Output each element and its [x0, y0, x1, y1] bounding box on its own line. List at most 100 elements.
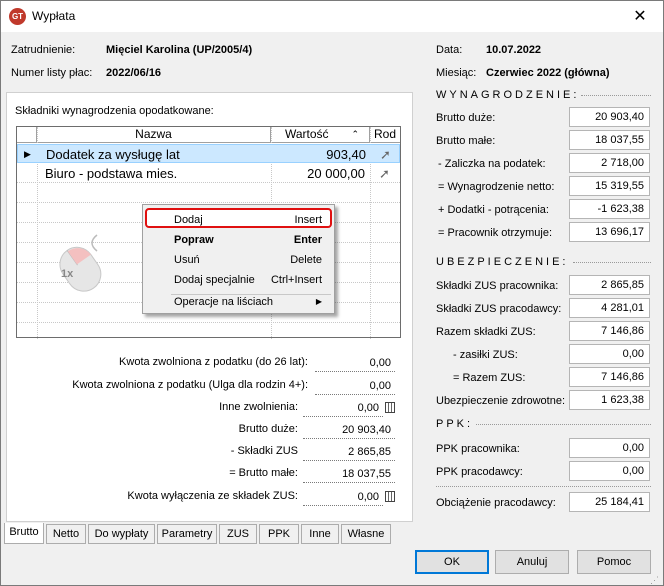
grid-header-name[interactable]: Nazwa — [37, 127, 271, 143]
ubezp-label: Składki ZUS pracownika: — [436, 280, 559, 292]
ok-button[interactable]: OK — [415, 550, 489, 574]
wyn-value: 20 903,40 — [569, 107, 650, 127]
summary-value: 20 903,40 — [303, 422, 395, 439]
employment-label: Zatrudnienie: — [11, 44, 76, 56]
row-name: Biuro - podstawa mies. — [45, 166, 178, 181]
ubezp-label: Składki ZUS pracodawcy: — [436, 303, 562, 315]
table-row-selected[interactable]: ▶ Dodatek za wysługę lat 903,40 ➚ — [17, 144, 400, 163]
tab-brutto[interactable]: Brutto — [4, 523, 44, 544]
wyn-value: 13 696,17 — [569, 222, 650, 242]
month-label: Miesiąc: — [436, 67, 477, 79]
resize-grip-icon[interactable]: ⋰ — [650, 575, 659, 586]
row-value: 20 000,00 — [307, 166, 365, 181]
ubezp-value: 7 146,86 — [569, 321, 650, 341]
employment-value: Mięciel Karolina (UP/2005/4) — [106, 44, 253, 56]
summary-label: Kwota wyłączenia ze składek ZUS: — [127, 490, 298, 502]
wyn-value: 2 718,00 — [569, 153, 650, 173]
menu-item-add[interactable]: Dodaj Insert — [145, 208, 332, 228]
month-value: Czerwiec 2022 (główna) — [486, 67, 610, 79]
menu-item-shortcut: Delete — [290, 254, 322, 266]
app-logo-icon: GT — [9, 8, 26, 25]
help-button[interactable]: Pomoc — [577, 550, 651, 574]
submenu-arrow-icon: ▶ — [315, 297, 322, 306]
right-click-mouse-icon: 1x — [59, 234, 102, 292]
ubezp-label: - zasiłki ZUS: — [453, 349, 518, 361]
menu-item-shortcut: Enter — [293, 234, 322, 246]
tab-inne[interactable]: Inne — [301, 524, 339, 544]
tab-do-wyplaty[interactable]: Do wypłaty — [88, 524, 155, 544]
summary-label: - Składki ZUS — [230, 445, 298, 457]
employer-cost-value: 25 184,41 — [569, 492, 650, 512]
payroll-window: GT Wypłata ✕ Zatrudnienie: Mięciel Karol… — [0, 0, 664, 586]
sort-asc-icon: ⌃ — [351, 129, 359, 139]
menu-item-delete[interactable]: Usuń Delete — [145, 250, 332, 270]
row-value: 903,40 — [326, 147, 366, 162]
payroll-number-label: Numer listy płac: — [11, 67, 93, 79]
wyn-value: -1 623,38 — [569, 199, 650, 219]
grid-header: Nazwa Wartość ⌃ Rod — [17, 127, 400, 143]
payroll-number-value: 2022/06/16 — [106, 67, 162, 79]
ubezp-value: 7 146,86 — [569, 367, 650, 387]
tab-netto[interactable]: Netto — [46, 524, 86, 544]
tab-parametry[interactable]: Parametry — [157, 524, 217, 544]
row-pointer-icon: ▶ — [24, 149, 31, 159]
summary-value: 0,00 — [315, 378, 395, 395]
edit-arrow-icon[interactable]: ➚ — [379, 164, 390, 183]
title-bar[interactable]: GT Wypłata ✕ — [1, 1, 663, 32]
date-value: 10.07.2022 — [486, 44, 542, 56]
components-title: Składniki wynagrodzenia opodatkowane: — [15, 105, 214, 117]
summary-value: 0,00 — [315, 355, 395, 372]
tab-ppk[interactable]: PPK — [259, 524, 299, 544]
menu-item-add-special[interactable]: Dodaj specjalnie Ctrl+Insert — [145, 270, 332, 290]
calculator-icon[interactable] — [385, 491, 395, 502]
summary-label: Kwota zwolniona z podatku (do 26 lat): — [119, 356, 308, 368]
grid-header-kind[interactable]: Rod — [370, 127, 400, 143]
menu-item-edit[interactable]: Popraw Enter — [145, 230, 332, 250]
ppk-value: 0,00 — [569, 438, 650, 458]
tab-wlasne[interactable]: Własne — [341, 524, 391, 544]
wyn-value: 15 319,55 — [569, 176, 650, 196]
menu-item-shortcut: Ctrl+Insert — [270, 274, 322, 286]
wyn-label: = Wynagrodzenie netto: — [438, 181, 555, 193]
click-count-badge: 1x — [61, 268, 74, 280]
summary-label: Brutto duże: — [238, 423, 298, 435]
summary-label: Kwota zwolniona z podatku (Ulga dla rodz… — [72, 379, 308, 391]
grid-header-value[interactable]: Wartość ⌃ — [271, 127, 370, 143]
cancel-button[interactable]: Anuluj — [495, 550, 569, 574]
context-menu: Dodaj Insert Popraw Enter Usuń Delete Do… — [142, 204, 335, 314]
window-title: Wypłata — [32, 9, 76, 23]
menu-item-label: Popraw — [174, 234, 214, 246]
summary-label: = Brutto małe: — [229, 467, 298, 479]
row-name: Dodatek za wysługę lat — [46, 147, 180, 162]
ppk-label: PPK pracownika: — [436, 443, 520, 455]
menu-item-label: Usuń — [174, 254, 200, 266]
ubezp-label: Razem składki ZUS: — [436, 326, 536, 338]
wyn-label: - Zaliczka na podatek: — [438, 158, 546, 170]
contribution-exclusion-input[interactable]: 0,00 — [303, 489, 383, 506]
date-label: Data: — [436, 44, 463, 56]
ppk-value: 0,00 — [569, 461, 650, 481]
section-divider — [436, 486, 651, 487]
table-row[interactable]: Biuro - podstawa mies. 20 000,00 ➚ — [17, 164, 400, 183]
ubezp-value: 1 623,38 — [569, 390, 650, 410]
other-exemptions-input[interactable]: 0,00 — [303, 400, 383, 417]
edit-arrow-icon[interactable]: ➚ — [380, 145, 391, 164]
menu-item-shortcut: Insert — [294, 214, 322, 226]
wyn-value: 18 037,55 — [569, 130, 650, 150]
menu-item-list-operations[interactable]: Operacje na liściach ▶ — [145, 292, 332, 312]
calculator-icon[interactable] — [385, 402, 395, 413]
ubezp-label: = Razem ZUS: — [453, 372, 526, 384]
wyn-label: Brutto małe: — [436, 135, 496, 147]
grid-header-value-label: Wartość — [285, 127, 329, 141]
section-divider — [581, 95, 651, 96]
ubezp-value: 0,00 — [569, 344, 650, 364]
table-row-empty[interactable] — [17, 184, 400, 203]
section-title-ubezpieczenie: UBEZPIECZENIE: — [436, 256, 569, 268]
tab-zus[interactable]: ZUS — [219, 524, 257, 544]
wyn-label: Brutto duże: — [436, 112, 496, 124]
summary-value: 2 865,85 — [303, 444, 395, 461]
summary-value: 18 037,55 — [303, 466, 395, 483]
section-divider — [476, 424, 651, 425]
ubezp-value: 4 281,01 — [569, 298, 650, 318]
close-button[interactable]: ✕ — [617, 1, 663, 32]
